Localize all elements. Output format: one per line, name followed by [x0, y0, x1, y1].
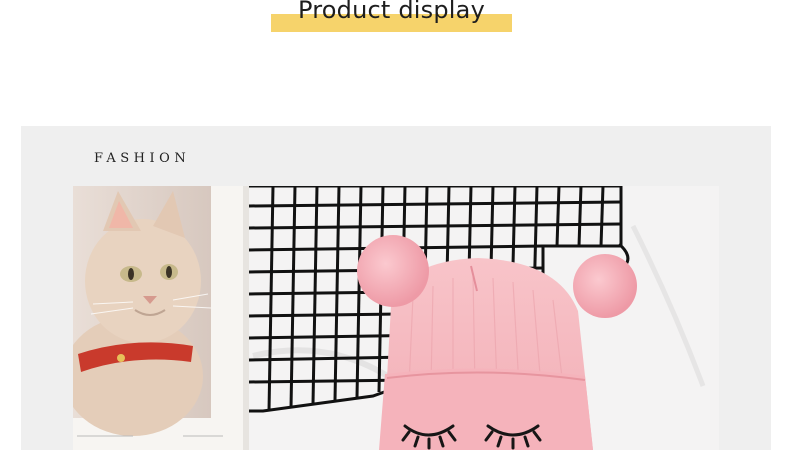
- brand-label: FASHION: [94, 151, 191, 166]
- page-title: Product display: [298, 0, 485, 24]
- right-pompom: [573, 254, 637, 318]
- product-photo: [73, 186, 719, 450]
- left-pompom: [357, 235, 429, 307]
- book-page: [73, 186, 249, 450]
- page-header: Product display: [0, 0, 800, 40]
